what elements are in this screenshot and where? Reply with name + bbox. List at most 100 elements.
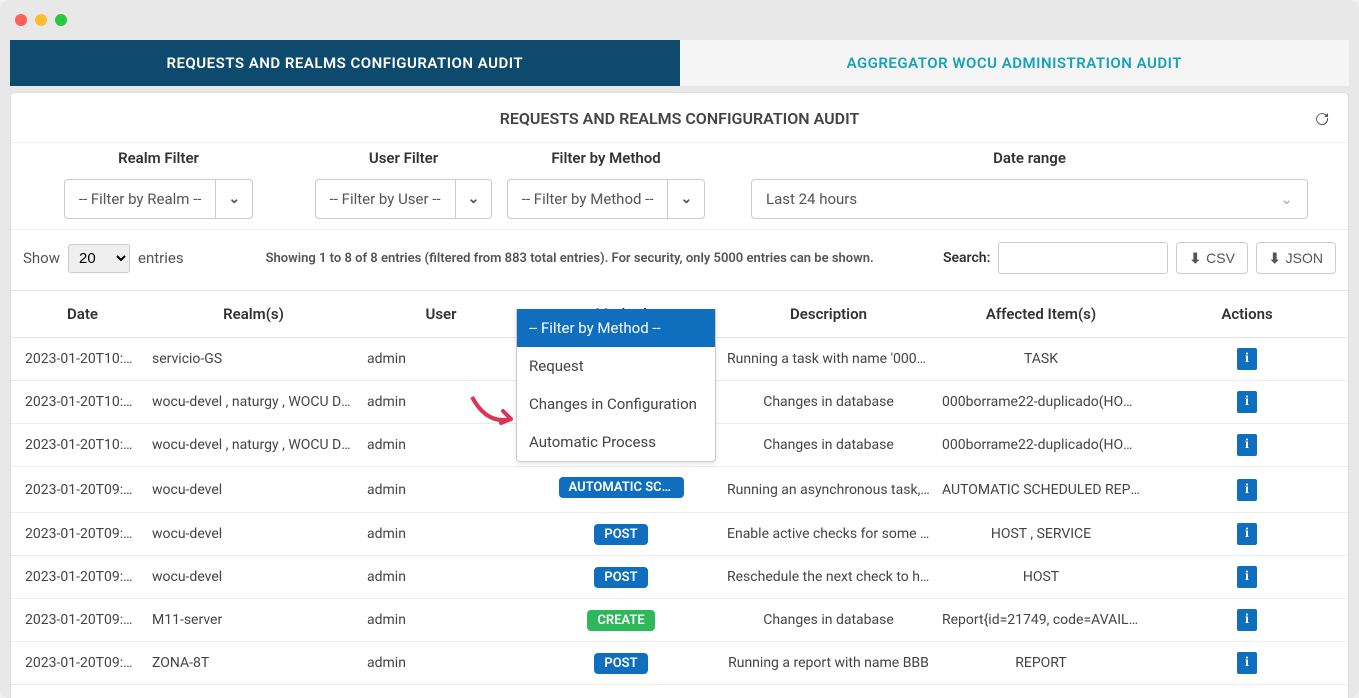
method-option-automatic-process[interactable]: Automatic Process: [517, 423, 715, 461]
download-icon: ⬇: [1269, 250, 1281, 267]
user-filter-value: -- Filter by User --: [316, 190, 455, 208]
cell-realm: servicio-GS: [146, 341, 361, 377]
method-option-request[interactable]: Request: [517, 347, 715, 385]
show-label: Show: [23, 249, 60, 267]
date-range-value: Last 24 hours: [766, 190, 857, 208]
chevron-down-icon: ⌄: [667, 180, 704, 218]
maximize-window-icon[interactable]: [55, 14, 67, 26]
cell-description: Reschedule the next check to hosts.: [721, 559, 936, 595]
cell-user: admin: [361, 516, 521, 552]
export-csv-button[interactable]: ⬇ CSV: [1176, 242, 1248, 274]
cell-description: Changes in database: [721, 427, 936, 463]
export-json-button[interactable]: ⬇ JSON: [1256, 242, 1336, 274]
method-filter-dropdown: -- Filter by Method -- Request Changes i…: [516, 309, 716, 462]
cell-realm: wocu-devel: [146, 472, 361, 508]
cell-user: admin: [361, 559, 521, 595]
method-badge: POST: [594, 524, 647, 545]
cell-affected-item: HOST: [936, 559, 1146, 595]
date-range-label: Date range: [751, 149, 1308, 167]
entries-per-page-select[interactable]: 20: [68, 244, 130, 273]
col-date[interactable]: Date: [11, 291, 146, 337]
cell-user: admin: [361, 645, 521, 681]
method-badge: AUTOMATIC SCH...: [559, 477, 684, 498]
col-realm[interactable]: Realm(s): [146, 291, 361, 337]
table-row: 2023-01-20T09:52:2...wocu-develadmin POST…: [11, 513, 1348, 556]
col-affected-items[interactable]: Affected Item(s): [936, 291, 1146, 337]
cell-actions: i: [1146, 469, 1348, 511]
info-button[interactable]: i: [1237, 609, 1257, 631]
search-label: Search:: [943, 250, 990, 266]
cell-user: admin: [361, 472, 521, 508]
cell-realm: wocu-devel: [146, 559, 361, 595]
cell-actions: i: [1146, 642, 1348, 684]
table-row: 2023-01-20T09:53:1...wocu-develadminAUTO…: [11, 467, 1348, 513]
cell-method: CREATE: [521, 600, 721, 641]
cell-actions: i: [1146, 381, 1348, 423]
tab-aggregator-admin-audit[interactable]: AGGREGATOR WOCU ADMINISTRATION AUDIT: [680, 40, 1350, 86]
cell-description: Running an asynchronous task, see ...: [721, 472, 936, 508]
cell-affected-item: TASK: [936, 341, 1146, 377]
search-input[interactable]: [998, 242, 1168, 274]
method-option-changes-config[interactable]: Changes in Configuration: [517, 385, 715, 423]
close-window-icon[interactable]: [15, 14, 27, 26]
cell-realm: M11-server: [146, 602, 361, 638]
chevron-down-icon: ⌄: [1280, 190, 1293, 208]
table-controls: Show 20 entries Showing 1 to 8 of 8 entr…: [11, 230, 1348, 290]
cell-date: 2023-01-20T09:50:5...: [11, 645, 146, 681]
table-row: 2023-01-20T09:50:5...ZONA-8TadminPOSTRun…: [11, 642, 1348, 685]
cell-date: 2023-01-20T09:52:2...: [11, 516, 146, 552]
method-option-placeholder[interactable]: -- Filter by Method --: [517, 309, 715, 347]
cell-user: admin: [361, 427, 521, 463]
realm-filter-select[interactable]: -- Filter by Realm -- ⌄: [64, 179, 253, 219]
cell-affected-item: REPORT: [936, 645, 1146, 681]
cell-affected-item: 000borrame22-duplicado(HOST): [936, 427, 1146, 463]
date-range-select[interactable]: Last 24 hours ⌄: [751, 179, 1308, 219]
cell-user: admin: [361, 602, 521, 638]
method-badge: CREATE: [587, 610, 654, 631]
cell-method: AUTOMATIC SCH...: [521, 467, 721, 512]
col-actions: Actions: [1146, 291, 1348, 337]
cell-actions: i: [1146, 513, 1348, 555]
method-filter-select[interactable]: -- Filter by Method -- ⌄: [507, 179, 705, 219]
cell-affected-item: AUTOMATIC SCHEDULED REPORT: [936, 472, 1146, 508]
cell-realm: wocu-devel: [146, 516, 361, 552]
method-badge: POST: [594, 567, 647, 588]
cell-date: 2023-01-20T10:23:2...: [11, 341, 146, 377]
cell-description: Changes in database: [721, 384, 936, 420]
info-button[interactable]: i: [1237, 479, 1257, 501]
cell-actions: i: [1146, 556, 1348, 598]
cell-realm: wocu-devel , naturgy , WOCU Devel...: [146, 427, 361, 463]
table-row: 2023-01-20T09:51:3...wocu-develadmin POST…: [11, 556, 1348, 599]
method-filter-value: -- Filter by Method --: [508, 190, 668, 208]
cell-actions: i: [1146, 424, 1348, 466]
cell-method: POST: [521, 643, 721, 684]
user-filter-label: User Filter: [306, 149, 501, 167]
minimize-window-icon[interactable]: [35, 14, 47, 26]
cell-date: 2023-01-20T10:23:1...: [11, 384, 146, 420]
cell-date: 2023-01-20T09:51:3...: [11, 559, 146, 595]
table-row: 2023-01-20T09:50:5...M11-serveradminCREA…: [11, 599, 1348, 642]
user-filter-select[interactable]: -- Filter by User -- ⌄: [315, 179, 493, 219]
col-user[interactable]: User: [361, 291, 521, 337]
cell-realm: ZONA-8T: [146, 645, 361, 681]
info-button[interactable]: i: [1237, 566, 1257, 588]
cell-user: admin: [361, 384, 521, 420]
info-button[interactable]: i: [1237, 391, 1257, 413]
panel-title-text: REQUESTS AND REALMS CONFIGURATION AUDIT: [500, 109, 860, 128]
panel-title: REQUESTS AND REALMS CONFIGURATION AUDIT: [11, 93, 1348, 142]
refresh-icon[interactable]: [1314, 111, 1330, 131]
chevron-down-icon: ⌄: [215, 180, 252, 218]
info-button[interactable]: i: [1237, 652, 1257, 674]
cell-affected-item: 000borrame22-duplicado(HOST): [936, 384, 1146, 420]
info-button[interactable]: i: [1237, 434, 1257, 456]
info-button[interactable]: i: [1237, 523, 1257, 545]
info-button[interactable]: i: [1237, 348, 1257, 370]
csv-label: CSV: [1206, 250, 1235, 266]
cell-date: 2023-01-20T10:23:0...: [11, 427, 146, 463]
tab-requests-realms-audit[interactable]: REQUESTS AND REALMS CONFIGURATION AUDIT: [10, 40, 680, 86]
audit-panel: REQUESTS AND REALMS CONFIGURATION AUDIT …: [10, 92, 1349, 698]
method-badge: POST: [594, 653, 647, 674]
audit-tabs: REQUESTS AND REALMS CONFIGURATION AUDIT …: [10, 40, 1349, 86]
col-description[interactable]: Description: [721, 291, 936, 337]
realm-filter-label: Realm Filter: [11, 149, 306, 167]
